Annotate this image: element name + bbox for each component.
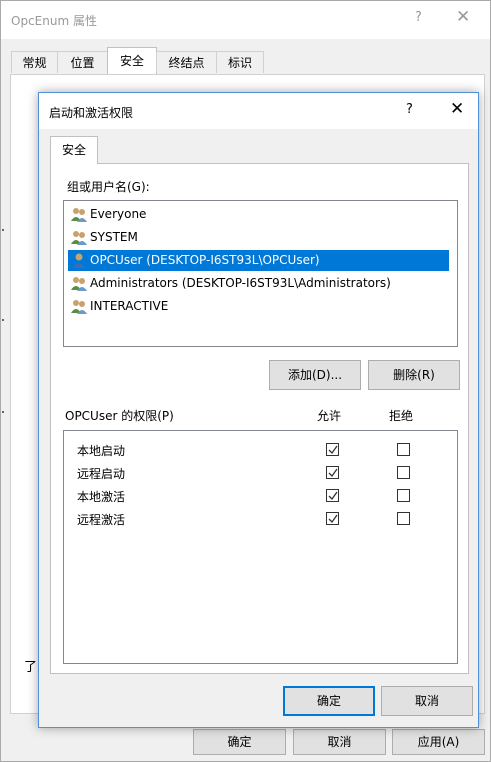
permission-name: 本地激活 (77, 490, 126, 504)
user-item-label: Everyone (90, 207, 147, 221)
user-item-label: Administrators (DESKTOP-I6ST93L\Administ… (90, 276, 391, 290)
permission-name: 本地启动 (77, 444, 126, 458)
user-item-label: OPCUser (DESKTOP-I6ST93L\OPCUser) (90, 253, 320, 267)
permission-row-remote-activation: 远程激活 (64, 507, 457, 531)
permission-row-local-launch: 本地启动 (64, 438, 457, 462)
user-item-everyone[interactable]: Everyone (68, 204, 150, 225)
deny-checkbox[interactable] (397, 512, 410, 525)
permissions-label: OPCUser 的权限(P) (65, 409, 174, 423)
group-icon (71, 208, 87, 222)
tab-security[interactable]: 安全 (107, 47, 157, 74)
permission-row-local-activation: 本地激活 (64, 484, 457, 508)
outer-tabstrip: 常规 位置 安全 终结点 标识 (1, 47, 490, 75)
outer-ok-button[interactable]: 确定 (193, 729, 286, 755)
dialog-cancel-button[interactable]: 取消 (381, 686, 473, 716)
user-item-interactive[interactable]: INTERACTIVE (68, 296, 172, 317)
user-item-administrators[interactable]: Administrators (DESKTOP-I6ST93L\Administ… (68, 273, 395, 294)
launch-activation-permissions-dialog: 启动和激活权限 ? ✕ 安全 组或用户名(G): Everyone SYSTEM (38, 92, 479, 728)
outer-cancel-button[interactable]: 取消 (293, 729, 386, 755)
tab-location[interactable]: 位置 (57, 51, 108, 73)
user-item-label: INTERACTIVE (90, 299, 169, 313)
tab-general[interactable]: 常规 (11, 51, 58, 73)
outer-titlebar: OpcEnum 属性 ? ✕ (1, 1, 490, 39)
add-button[interactable]: 添加(D)... (269, 360, 361, 390)
deny-checkbox[interactable] (397, 443, 410, 456)
user-list[interactable]: Everyone SYSTEM OPCUser (DESKTOP-I6ST93L… (63, 200, 458, 347)
group-icon (71, 300, 87, 314)
outer-window-title: OpcEnum 属性 (11, 14, 97, 28)
outer-panel-edge-mark (2, 319, 4, 321)
outer-panel-text-fragment: 了 (24, 660, 38, 675)
permissions-list: 本地启动 远程启动 本地激活 远程激活 (63, 430, 458, 664)
user-item-system[interactable]: SYSTEM (68, 227, 142, 248)
dialog-close-icon[interactable]: ✕ (450, 99, 464, 119)
outer-apply-button[interactable]: 应用(A) (392, 729, 485, 755)
permission-row-remote-launch: 远程启动 (64, 461, 457, 485)
outer-close-icon[interactable]: ✕ (456, 7, 470, 27)
permission-name: 远程启动 (77, 467, 126, 481)
allow-checkbox[interactable] (326, 443, 339, 456)
deny-checkbox[interactable] (397, 466, 410, 479)
deny-column-header: 拒绝 (389, 409, 414, 423)
allow-column-header: 允许 (317, 409, 342, 423)
user-icon (73, 253, 85, 268)
tab-identity[interactable]: 标识 (216, 51, 264, 73)
outer-panel-edge-mark (2, 411, 4, 413)
group-icon (71, 231, 87, 245)
deny-checkbox[interactable] (397, 489, 410, 502)
group-icon (71, 277, 87, 291)
dialog-help-icon[interactable]: ? (406, 102, 413, 117)
permission-name: 远程激活 (77, 513, 126, 527)
dialog-security-panel: 组或用户名(G): Everyone SYSTEM OPCUser (DESKT… (50, 163, 469, 674)
user-item-label: SYSTEM (90, 230, 138, 244)
outer-panel-edge-mark (2, 229, 4, 231)
allow-checkbox[interactable] (326, 512, 339, 525)
user-item-opcuser[interactable]: OPCUser (DESKTOP-I6ST93L\OPCUser) (68, 250, 449, 271)
remove-button[interactable]: 删除(R) (368, 360, 460, 390)
allow-checkbox[interactable] (326, 489, 339, 502)
allow-checkbox[interactable] (326, 466, 339, 479)
group-or-user-names-label: 组或用户名(G): (67, 180, 150, 194)
dialog-ok-button[interactable]: 确定 (283, 686, 375, 716)
dialog-title: 启动和激活权限 (49, 106, 134, 120)
tab-endpoints[interactable]: 终结点 (156, 51, 217, 73)
dialog-tab-security[interactable]: 安全 (50, 136, 98, 164)
dialog-titlebar: 启动和激活权限 ? ✕ (39, 93, 478, 129)
outer-help-icon[interactable]: ? (415, 10, 422, 25)
